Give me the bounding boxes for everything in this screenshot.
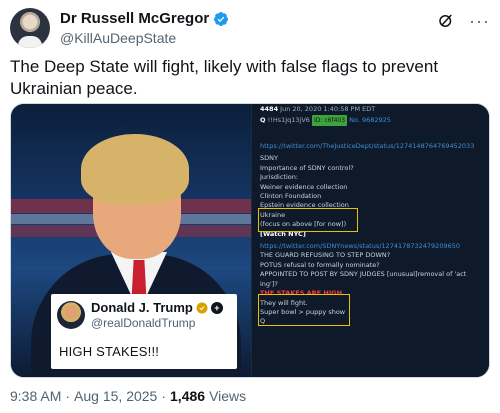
tweet-time[interactable]: 9:38 AM — [10, 388, 61, 404]
q-drop-screenshot[interactable]: 4484 Jun 20, 2020 1:40:58 PM EDT Q !!Hs1… — [251, 104, 489, 377]
q-drop-line: ing']? — [260, 279, 278, 288]
q-drop-header: 4484 Jun 20, 2020 1:40:58 PM EDT Q !!Hs1… — [260, 104, 391, 126]
q-drop-id-tag: ID: c6f403 — [312, 115, 348, 126]
highlight-box-ukraine — [258, 208, 358, 232]
q-drop-line: SDNY — [260, 154, 278, 163]
verified-badge-icon — [214, 11, 229, 26]
author-handle[interactable]: @KillAuDeepState — [60, 30, 176, 46]
embedded-post-card: Donald J. Trump + @realDonaldTrump HIGH … — [51, 294, 237, 369]
embedded-post-handle: @realDonaldTrump — [91, 316, 196, 330]
tweet-date[interactable]: Aug 15, 2025 — [74, 388, 157, 404]
q-drop-line: Jurisdiction: — [260, 173, 299, 182]
tweet-text: The Deep State will fight, likely with f… — [10, 57, 439, 98]
grok-icon[interactable] — [437, 12, 455, 30]
q-drop-line: Weiner evidence collection — [260, 182, 348, 191]
footer-separator: · — [161, 388, 167, 404]
trump-photo[interactable]: Donald J. Trump + @realDonaldTrump HIGH … — [11, 104, 251, 377]
views-label: Views — [209, 388, 247, 404]
author-display-name[interactable]: Dr Russell McGregor — [60, 10, 209, 27]
footer-separator: · — [65, 388, 71, 404]
gold-verified-badge-icon — [196, 302, 208, 313]
q-drop-line: Importance of SDNY control? — [260, 163, 354, 172]
author-avatar[interactable] — [10, 8, 50, 48]
embedded-post-text: HIGH STAKES!!! — [59, 344, 160, 359]
tweet-header: Dr Russell McGregor @KillAuDeepState ··· — [10, 8, 490, 50]
q-drop-line: Clinton Foundation — [260, 192, 322, 201]
q-drop-line[interactable]: https://twitter.com/SDNYnews/status/1274… — [260, 242, 486, 251]
q-drop-line[interactable]: https://twitter.com/TheJusticeDept/statu… — [260, 142, 486, 151]
q-drop-tripcode: !!Hs1Jq13jV6 — [267, 116, 310, 124]
affiliate-badge-icon: + — [210, 301, 223, 314]
views-count: 1,486 — [170, 388, 206, 404]
embedded-post-name: Donald J. Trump — [91, 300, 193, 315]
author-name-row: Dr Russell McGregor — [60, 10, 229, 27]
embedded-post-avatar — [57, 301, 85, 329]
top-actions: ··· — [437, 12, 490, 30]
tweet-media[interactable]: Donald J. Trump + @realDonaldTrump HIGH … — [10, 103, 490, 378]
highlight-box-stakes — [258, 294, 350, 326]
q-drop-date: Jun 20, 2020 1:40:58 PM EDT — [280, 105, 376, 113]
q-drop-line: APPOINTED TO POST BY SDNY JUDGES [unusua… — [260, 270, 467, 279]
q-drop-post-number: No. 9682925 — [349, 116, 391, 124]
embedded-post-name-row: Donald J. Trump + — [91, 300, 223, 315]
q-drop-line: THE GUARD REFUSING TO STEP DOWN? — [260, 251, 391, 260]
more-options-icon[interactable]: ··· — [469, 12, 490, 30]
q-drop-line: POTUS refusal to formally nominate? — [260, 260, 380, 269]
q-drop-number: 4484 — [260, 105, 279, 113]
q-drop-q: Q — [260, 116, 266, 124]
tweet-footer: 9:38 AM · Aug 15, 2025 · 1,486 Views — [10, 388, 246, 404]
